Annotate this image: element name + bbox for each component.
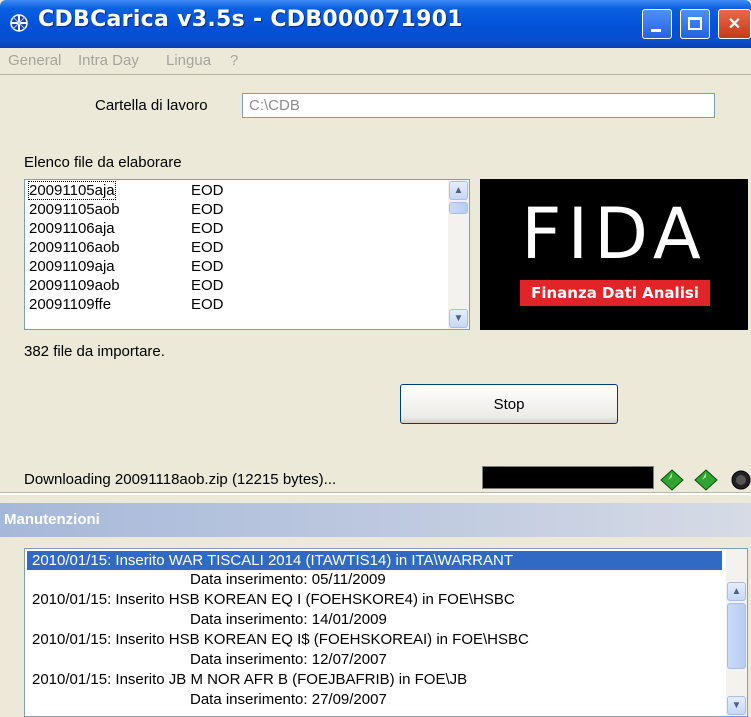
progress-bar <box>482 466 654 489</box>
file-list-scrollbar[interactable]: ▲ ▼ <box>448 180 469 329</box>
file-list[interactable]: 20091105aja EOD 20091105aob EOD 20091106aj… <box>24 179 470 330</box>
window-title: CDBCarica v3.5s - CDB000071901 <box>38 7 463 32</box>
logo-tagline: Finanza Dati Analisi <box>520 280 710 306</box>
scroll-up-icon[interactable]: ▲ <box>727 582 746 601</box>
scroll-thumb[interactable] <box>449 202 468 214</box>
logo-text: FIDA <box>521 193 707 275</box>
menu-bar: General Intra Day Lingua ? <box>0 48 751 75</box>
menu-help[interactable]: ? <box>230 52 238 69</box>
workdir-label: Cartella di lavoro <box>95 97 208 114</box>
log-entry-selected[interactable]: 2010/01/15: Inserito WAR TISCALI 2014 (I… <box>27 551 722 570</box>
green-diamond-icon <box>660 469 684 491</box>
title-bar[interactable]: CDBCarica v3.5s - CDB000071901 ✕ <box>0 0 751 48</box>
status-text: Downloading 20091118aob.zip (12215 bytes… <box>24 471 337 488</box>
fida-logo: FIDA Finanza Dati Analisi <box>480 179 748 330</box>
log-entry-date: Data inserimento: 27/09/2007 <box>190 691 387 708</box>
scroll-thumb[interactable] <box>727 603 746 669</box>
workdir-field[interactable]: C:\CDB <box>242 93 715 118</box>
scroll-down-icon[interactable]: ▼ <box>449 309 468 328</box>
menu-general[interactable]: General <box>8 52 61 69</box>
scroll-up-icon[interactable]: ▲ <box>449 181 468 200</box>
minimize-icon <box>651 29 661 32</box>
app-icon <box>10 14 28 32</box>
log-entry[interactable]: 2010/01/15: Inserito HSB KOREAN EQ I (FO… <box>32 591 515 608</box>
log-entry-date: Data inserimento: 12/07/2007 <box>190 651 387 668</box>
maintenance-header: Manutenzioni <box>0 503 751 537</box>
log-entry[interactable]: 2010/01/15: Inserito HSB KOREAN EQ I$ (F… <box>32 631 529 648</box>
close-icon: ✕ <box>727 16 742 33</box>
log-entry-date: Data inserimento: 14/01/2009 <box>190 611 387 628</box>
green-diamond-icon <box>694 469 718 491</box>
maintenance-log[interactable]: 2010/01/15: Inserito WAR TISCALI 2014 (I… <box>24 548 748 717</box>
status-led-icon <box>731 470 751 490</box>
scroll-down-icon[interactable]: ▼ <box>727 696 746 715</box>
maximize-icon <box>688 17 702 30</box>
file-count-text: 382 file da importare. <box>24 343 165 360</box>
log-entry-date: Data inserimento: 05/11/2009 <box>190 571 386 588</box>
stop-button[interactable]: Stop <box>400 384 618 424</box>
close-button[interactable]: ✕ <box>718 9 751 39</box>
menu-intra-day[interactable]: Intra Day <box>78 52 139 69</box>
panel-divider <box>0 492 751 495</box>
log-entry[interactable]: 2010/01/15: Inserito JB M NOR AFR B (FOE… <box>32 671 467 688</box>
log-scrollbar[interactable]: ▲ ▼ <box>726 549 747 716</box>
maximize-button[interactable] <box>680 9 710 39</box>
minimize-button[interactable] <box>642 9 672 39</box>
menu-lingua[interactable]: Lingua <box>166 52 211 69</box>
maintenance-title: Manutenzioni <box>4 511 100 528</box>
filelist-label: Elenco file da elaborare <box>24 154 182 171</box>
